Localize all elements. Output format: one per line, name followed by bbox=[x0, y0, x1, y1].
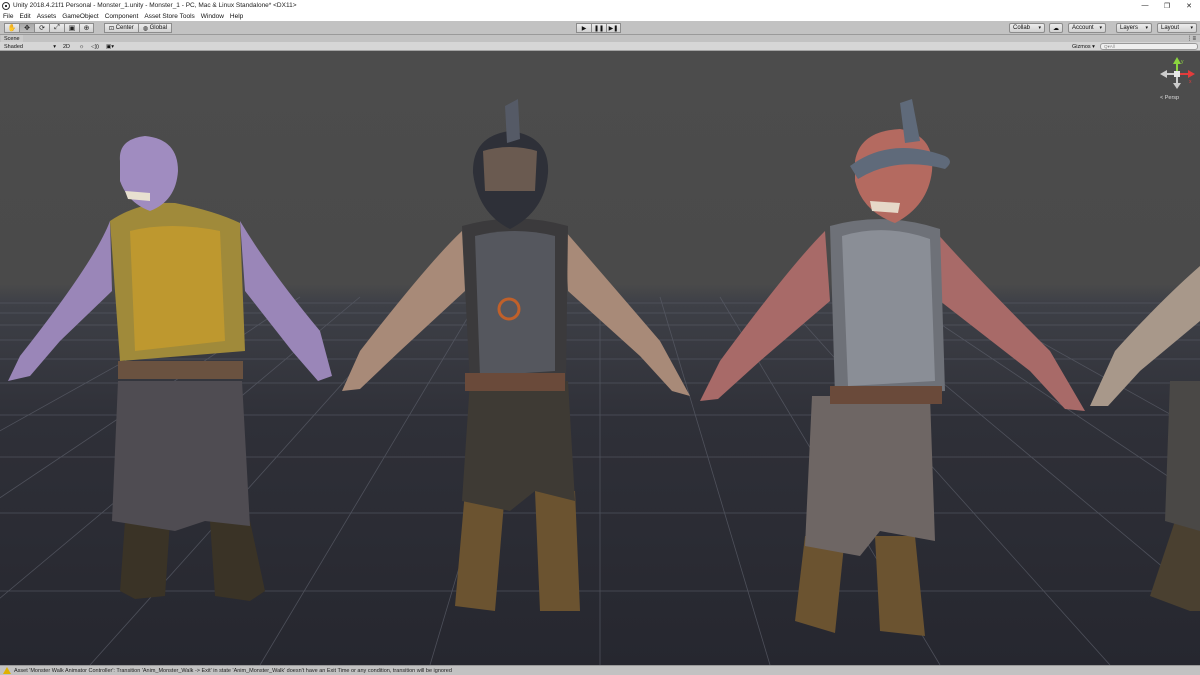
red-skull-gladiator[interactable] bbox=[700, 99, 1085, 636]
gizmos-dropdown[interactable]: Gizmos ▾ bbox=[1072, 43, 1095, 50]
scene-orientation-gizmo[interactable]: y x bbox=[1158, 56, 1196, 100]
menu-window[interactable]: Window bbox=[201, 13, 224, 20]
scene-grid bbox=[0, 99, 1200, 665]
play-icon[interactable]: ▶ bbox=[576, 23, 591, 33]
pause-icon[interactable]: ❚❚ bbox=[591, 23, 606, 33]
scale-tool-icon[interactable]: ⤢ bbox=[49, 23, 64, 33]
chevron-down-icon: ▾ bbox=[53, 43, 56, 50]
transform-tool-icon[interactable]: ⊕ bbox=[79, 23, 94, 33]
2d-toggle-button[interactable]: 2D bbox=[61, 43, 72, 50]
pivot-center-button[interactable]: ⊡ Center bbox=[104, 23, 139, 33]
menu-help[interactable]: Help bbox=[230, 13, 243, 20]
main-toolbar: ✋ ✥ ⟳ ⤢ ▣ ⊕ ⊡ Center ◍ Global ▶ ❚❚ ▶❚ Co… bbox=[0, 21, 1200, 35]
audio-icon[interactable]: ◁)) bbox=[88, 43, 102, 50]
globe-icon: ◍ bbox=[142, 25, 148, 32]
menu-assets[interactable]: Assets bbox=[37, 13, 57, 20]
tab-scene[interactable]: Scene bbox=[1, 35, 23, 42]
chevron-down-icon: ▾ bbox=[1092, 43, 1095, 50]
window-title-bar: Unity 2018.4.21f1 Personal - Monster_1.u… bbox=[0, 0, 1200, 11]
close-icon[interactable]: ✕ bbox=[1178, 0, 1200, 11]
tab-menu-icon[interactable]: ⋮≡ bbox=[1186, 35, 1196, 42]
play-controls: ▶ ❚❚ ▶❚ bbox=[576, 23, 621, 33]
move-tool-icon[interactable]: ✥ bbox=[19, 23, 34, 33]
pivot-global-button[interactable]: ◍ Global bbox=[138, 23, 172, 33]
scene-viewport[interactable]: y x < Persp bbox=[0, 51, 1200, 665]
unity-logo-icon bbox=[2, 1, 10, 10]
pivot-center-icon: ⊡ bbox=[109, 25, 115, 32]
scene-search-input[interactable]: Q▾All bbox=[1100, 43, 1198, 50]
cloud-icon[interactable]: ☁ bbox=[1049, 23, 1063, 33]
hand-tool-icon[interactable]: ✋ bbox=[4, 23, 19, 33]
effects-icon[interactable]: ▣▾ bbox=[103, 43, 117, 50]
menu-gameobject[interactable]: GameObject bbox=[62, 13, 99, 20]
lighting-icon[interactable]: ☼ bbox=[77, 43, 86, 50]
warning-icon bbox=[3, 667, 11, 674]
scene-tab-row: Scene ⋮≡ bbox=[0, 35, 1200, 42]
menu-bar: File Edit Assets GameObject Component As… bbox=[0, 11, 1200, 21]
layers-dropdown[interactable]: Layers ▾ bbox=[1116, 23, 1152, 33]
console-message[interactable]: Asset 'Monster Walk Animator Controller'… bbox=[14, 668, 452, 674]
y-axis-label: y bbox=[1181, 59, 1184, 65]
x-axis-label: x bbox=[1189, 79, 1192, 85]
partial-gladiator[interactable] bbox=[1090, 266, 1200, 611]
window-controls: — ❐ ✕ bbox=[1134, 0, 1200, 11]
menu-component[interactable]: Component bbox=[105, 13, 139, 20]
scene-view-toolbar: Shaded ▾ 2D ☼ ◁)) ▣▾ Gizmos ▾ Q▾All bbox=[0, 42, 1200, 51]
minimize-icon[interactable]: — bbox=[1134, 0, 1156, 11]
transform-tools: ✋ ✥ ⟳ ⤢ ▣ ⊕ bbox=[4, 23, 94, 33]
menu-asset-store-tools[interactable]: Asset Store Tools bbox=[144, 13, 194, 20]
rotate-tool-icon[interactable]: ⟳ bbox=[34, 23, 49, 33]
collab-dropdown[interactable]: Collab ▾ bbox=[1009, 23, 1045, 33]
rect-tool-icon[interactable]: ▣ bbox=[64, 23, 79, 33]
window-title: Unity 2018.4.21f1 Personal - Monster_1.u… bbox=[13, 2, 297, 9]
account-dropdown[interactable]: Account ▾ bbox=[1068, 23, 1106, 33]
helmeted-gladiator[interactable] bbox=[342, 99, 690, 611]
status-bar: Asset 'Monster Walk Animator Controller'… bbox=[0, 665, 1200, 675]
pivot-controls: ⊡ Center ◍ Global bbox=[104, 23, 172, 33]
menu-file[interactable]: File bbox=[3, 13, 13, 20]
shading-mode-dropdown[interactable]: Shaded ▾ bbox=[2, 43, 58, 50]
step-icon[interactable]: ▶❚ bbox=[606, 23, 621, 33]
maximize-icon[interactable]: ❐ bbox=[1156, 0, 1178, 11]
menu-edit[interactable]: Edit bbox=[19, 13, 30, 20]
purple-monster[interactable] bbox=[8, 136, 332, 601]
layout-dropdown[interactable]: Layout ▾ bbox=[1157, 23, 1197, 33]
projection-toggle[interactable]: < Persp bbox=[1160, 95, 1179, 101]
